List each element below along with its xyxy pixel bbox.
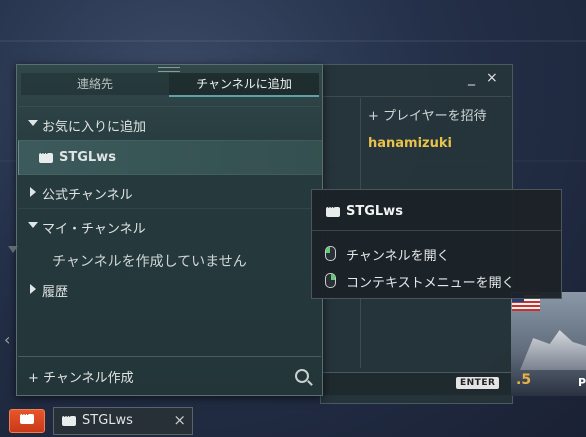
pointer-icon — [8, 246, 18, 253]
chat-header-divider — [320, 96, 511, 97]
section-my-channels[interactable]: マイ・チャンネル — [18, 208, 321, 243]
chat-bubble-icon — [62, 410, 76, 426]
contacts-footer: + チャンネル作成 — [18, 356, 321, 395]
chevron-left-icon[interactable]: ‹ — [4, 330, 10, 349]
chat-bubble-icon — [20, 408, 34, 424]
chat-tab-label: STGLws — [82, 413, 133, 428]
channel-label: STGLws — [59, 150, 116, 165]
tooltip-action-open: チャンネルを開く — [346, 249, 450, 264]
enter-key-badge: ENTER — [456, 377, 500, 389]
chat-bubble-icon — [326, 201, 340, 217]
player-name[interactable]: hanamizuki — [368, 136, 452, 151]
empty-note-label: チャンネルを作成していません — [52, 254, 247, 270]
ship-tier: .5 — [516, 372, 532, 388]
chevron-down-icon — [28, 222, 38, 228]
invite-player-button[interactable]: + プレイヤーを招待 — [368, 105, 487, 124]
tab-add-channel[interactable]: チャンネルに追加 — [169, 73, 319, 97]
chevron-right-icon — [30, 284, 36, 294]
create-channel-button[interactable]: + チャンネル作成 — [28, 367, 134, 386]
empty-channel-note: チャンネルを作成していません — [18, 242, 321, 276]
mouse-right-click-icon — [325, 273, 336, 288]
section-label: 公式チャンネル — [42, 188, 133, 203]
chat-bubble-icon — [39, 147, 53, 163]
minimize-button[interactable]: _ — [468, 70, 475, 86]
tab-contacts[interactable]: 連絡先 — [21, 73, 169, 95]
chat-tab-stglws[interactable]: STGLws × — [53, 407, 193, 435]
channel-item-stglws[interactable]: STGLws — [18, 140, 322, 175]
chevron-right-icon — [30, 187, 36, 197]
search-icon[interactable] — [295, 369, 309, 383]
close-icon[interactable]: × — [486, 70, 498, 86]
chevron-down-icon — [28, 120, 38, 126]
mouse-left-click-icon — [325, 246, 336, 261]
section-official-channels[interactable]: 公式チャンネル — [18, 174, 321, 209]
background-streak — [0, 40, 586, 42]
section-label: 履歴 — [42, 285, 69, 300]
drag-handle[interactable] — [158, 67, 180, 72]
tooltip-action-context: コンテキストメニューを開く — [346, 276, 515, 291]
tooltip-title: STGLws — [346, 204, 403, 219]
channel-tooltip: STGLws チャンネルを開く コンテキストメニューを開く — [311, 189, 562, 299]
section-favorites[interactable]: お気に入りに追加 — [18, 106, 321, 141]
section-label: お気に入りに追加 — [42, 120, 147, 135]
chat-notification-button[interactable] — [9, 408, 45, 433]
close-icon[interactable]: × — [173, 411, 186, 429]
tooltip-divider — [312, 230, 561, 231]
ship-name: P — [578, 376, 586, 389]
section-history[interactable]: 履歴 — [18, 272, 321, 306]
section-label: マイ・チャンネル — [42, 222, 146, 237]
contacts-window: 連絡先 チャンネルに追加 お気に入りに追加 STGLws 公式チャンネル マイ・… — [16, 64, 323, 396]
